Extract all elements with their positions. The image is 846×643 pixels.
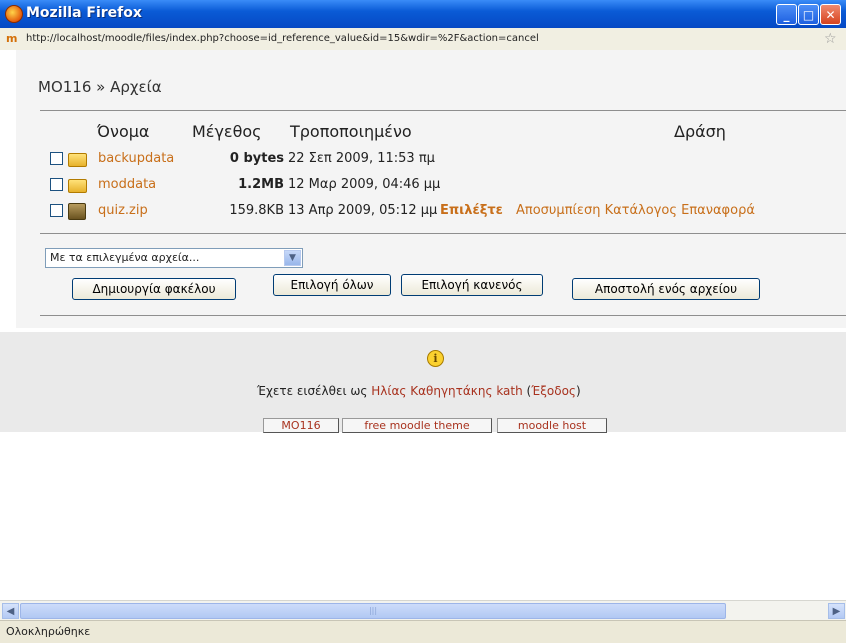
scrollbar-thumb[interactable]: ||| <box>20 603 726 619</box>
minimize-button[interactable]: _ <box>776 4 797 25</box>
header-name[interactable]: Όνομα <box>97 122 149 141</box>
divider-middle <box>40 233 846 234</box>
file-name-link[interactable]: quiz.zip <box>98 203 148 218</box>
url-text[interactable]: http://localhost/moodle/files/index.php?… <box>26 33 539 44</box>
table-row: quiz.zip 159.8KB 13 Απρ 2009, 05:12 μμ Ε… <box>40 202 840 220</box>
file-date: 22 Σεπ 2009, 11:53 πμ <box>288 151 435 166</box>
folder-icon <box>68 153 87 167</box>
create-folder-button[interactable]: Δημιουργία φακέλου <box>72 278 236 300</box>
bookmark-star-icon[interactable]: ☆ <box>824 31 837 47</box>
choose-link[interactable]: Επιλέξτε <box>440 203 503 218</box>
close-button[interactable]: ✕ <box>820 4 841 25</box>
status-bar: Ολοκληρώθηκε <box>0 620 846 643</box>
with-selected-files-select[interactable]: Με τα επιλεγμένα αρχεία... ▼ <box>45 248 303 268</box>
firefox-logo-icon <box>5 5 23 23</box>
divider-bottom <box>40 315 846 316</box>
header-size[interactable]: Μέγεθος <box>192 122 262 141</box>
scroll-right-icon[interactable]: ▶ <box>828 603 845 619</box>
status-text: Ολοκληρώθηκε <box>6 625 91 638</box>
user-profile-link[interactable]: Ηλίας Καθηγητάκης kath <box>371 384 522 398</box>
row-checkbox[interactable] <box>50 152 63 165</box>
upload-file-button[interactable]: Αποστολή ενός αρχείου <box>572 278 760 300</box>
header-modified[interactable]: Τροποποιημένο <box>290 122 412 141</box>
file-name-link[interactable]: moddata <box>98 177 156 192</box>
file-name-link[interactable]: backupdata <box>98 151 174 166</box>
header-action: Δράση <box>674 122 726 141</box>
file-date: 13 Απρ 2009, 05:12 μμ <box>288 203 438 218</box>
divider-top <box>40 110 846 111</box>
zip-icon <box>68 203 86 220</box>
page-footer <box>0 332 846 432</box>
page-content: MO116 » Αρχεία Όνομα Μέγεθος Τροποποιημέ… <box>0 50 846 600</box>
window-title: Mozilla Firefox <box>26 5 142 21</box>
file-size: 0 bytes <box>229 151 284 166</box>
table-row: backupdata 0 bytes 22 Σεπ 2009, 11:53 πμ <box>40 150 840 168</box>
zip-actions-links[interactable]: Αποσυμπίεση Κατάλογος Επαναφορά <box>516 203 755 218</box>
file-size: 1.2MB <box>238 177 284 192</box>
file-date: 12 Μαρ 2009, 04:46 μμ <box>288 177 441 192</box>
select-none-button[interactable]: Επιλογή κανενός <box>401 274 543 296</box>
footer-link-theme[interactable]: free moodle theme <box>342 418 492 433</box>
scroll-left-icon[interactable]: ◀ <box>2 603 19 619</box>
table-row: moddata 1.2MB 12 Μαρ 2009, 04:46 μμ <box>40 176 840 194</box>
footer-link-host[interactable]: moodle host <box>497 418 607 433</box>
folder-icon <box>68 179 87 193</box>
row-checkbox[interactable] <box>50 204 63 217</box>
login-prefix: Έχετε εισέλθει ως <box>257 384 368 398</box>
window-titlebar: Mozilla Firefox _ □ ✕ <box>0 0 846 28</box>
moodle-favicon-icon: m <box>6 32 18 45</box>
logout-link[interactable]: Έξοδος <box>531 384 576 398</box>
row-checkbox[interactable] <box>50 178 63 191</box>
footer-link-course[interactable]: MO116 <box>263 418 339 433</box>
address-bar[interactable]: m http://localhost/moodle/files/index.ph… <box>0 28 846 51</box>
file-size: 159.8KB <box>229 203 284 218</box>
info-icon[interactable]: i <box>427 350 444 367</box>
horizontal-scrollbar[interactable]: ◀ ||| ▶ <box>0 600 846 621</box>
maximize-button[interactable]: □ <box>798 4 819 25</box>
select-all-button[interactable]: Επιλογή όλων <box>273 274 391 296</box>
select-value: Με τα επιλεγμένα αρχεία... <box>50 251 200 264</box>
login-info: Έχετε εισέλθει ως Ηλίας Καθηγητάκης kath… <box>257 384 581 398</box>
breadcrumb[interactable]: MO116 » Αρχεία <box>38 78 162 96</box>
chevron-down-icon[interactable]: ▼ <box>284 250 301 266</box>
